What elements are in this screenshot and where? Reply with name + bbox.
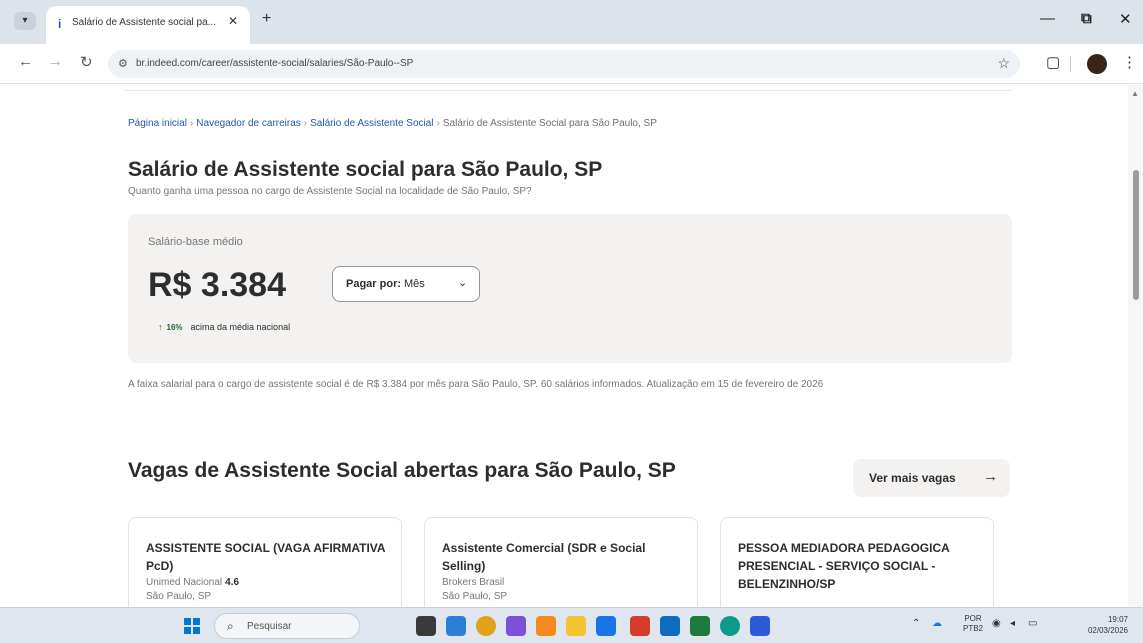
profile-avatar[interactable] [1087,54,1107,74]
more-jobs-label: Ver mais vagas [869,471,956,485]
app-icon[interactable] [536,616,556,636]
arrow-right-icon: → [983,468,998,485]
job-company: Unimed Nacional 4.6 [146,577,239,588]
excel-icon[interactable] [690,616,710,636]
company-name: Brokers Brasil [442,577,505,588]
tray-overflow-icon[interactable]: ⌃ [912,618,920,629]
pay-period-value: Mês [404,278,425,290]
job-card[interactable]: Assistente Comercial (SDR e Social Selli… [424,517,698,607]
job-location: São Paulo, SP [146,591,212,602]
pay-period-label: Pagar por: [346,278,402,290]
national-comparison: ↑ 16% acima da média nacional [158,322,290,332]
job-card[interactable]: PESSOA MEDIADORA PEDAGOGICA PRESENCIAL -… [720,517,994,607]
breadcrumb-home-link[interactable]: Página inicial [128,118,187,129]
comparison-percent: 16% [166,323,183,332]
taskbar-search-placeholder: Pesquisar [247,621,292,632]
browser-tab[interactable]: i Salário de Assistente social pa... ✕ [46,6,250,44]
breadcrumb-separator: › [303,118,308,129]
onedrive-icon[interactable]: ☁ [932,618,942,629]
close-window-icon[interactable]: ✕ [1119,10,1132,28]
scrollbar-thumb[interactable] [1133,170,1139,300]
language-code: POR [964,614,982,623]
job-title[interactable]: ASSISTENTE SOCIAL (VAGA AFIRMATIVA PcD) [146,539,396,575]
taskbar-search[interactable]: ⌕ Pesquisar [214,613,360,639]
job-location: São Paulo, SP [442,591,508,602]
app-icon[interactable] [596,616,616,636]
salary-label: Salário-base médio [148,236,243,248]
url-text[interactable]: br.indeed.com/career/assistente-social/s… [136,58,413,69]
salary-value: R$ 3.384 [148,266,286,304]
file-explorer-icon[interactable] [566,616,586,636]
tab-search-button[interactable]: ▾ [14,12,36,30]
breadcrumb-salary-link[interactable]: Salário de Assistente Social [310,118,433,129]
widgets-icon[interactable] [446,616,466,636]
breadcrumb-current: Salário de Assistente Social para São Pa… [442,118,657,129]
clock-time: 19:07 [1107,615,1128,624]
company-rating: 4.6 [225,577,240,588]
reload-icon[interactable]: ↻ [80,53,93,71]
breadcrumb-separator: › [189,118,194,129]
breadcrumb-career-navigator-link[interactable]: Navegador de carreiras [196,118,301,129]
clock-date: 02/03/2026 [1087,626,1128,635]
browser-tab-bar: ▾ i Salário de Assistente social pa... ✕… [0,0,1143,44]
windows-start-icon[interactable] [184,618,200,634]
battery-icon[interactable]: ▭ [1028,618,1037,629]
salary-card: Salário-base médio R$ 3.384 Pagar por: M… [128,214,1012,363]
back-icon[interactable]: ← [18,53,33,70]
web-page: Página inicial › Navegador de carreiras › Sa… [0,85,1128,607]
site-info-icon[interactable]: ⚙ [118,57,128,70]
search-icon: ⌕ [227,619,234,633]
tab-title: Salário de Assistente social pa... [72,17,216,28]
word-icon[interactable] [750,616,770,636]
tab-close-icon[interactable]: ✕ [228,14,238,28]
pay-period-select[interactable]: Pagar por: Mês ⌄ [332,266,480,302]
volume-icon[interactable]: ◂ [1010,618,1015,629]
job-title[interactable]: Assistente Comercial (SDR e Social Selli… [442,539,692,575]
jobs-section-title: Vagas de Assistente Social abertas para … [128,459,676,482]
breadcrumb-separator: › [436,118,440,129]
header-divider [123,90,1013,91]
company-name: Unimed Nacional [146,577,223,588]
breadcrumb: Página inicial › Navegador de carreiras › Sa… [128,118,657,129]
page-scrollbar[interactable]: ▲ [1128,85,1143,607]
job-company: Brokers Brasil [442,577,504,588]
scroll-up-icon[interactable]: ▲ [1131,89,1139,98]
salary-description: A faixa salarial para o cargo de assiste… [128,379,824,390]
page-title: Salário de Assistente social para São Pa… [128,158,603,181]
job-title[interactable]: PESSOA MEDIADORA PEDAGOGICA PRESENCIAL -… [738,539,988,593]
indeed-favicon-icon: i [58,17,62,31]
acrobat-icon[interactable] [630,616,650,636]
bookmark-star-icon[interactable]: ☆ [997,55,1010,72]
wifi-icon[interactable]: ◉ [992,618,1001,629]
teams-icon[interactable] [506,616,526,636]
task-view-icon[interactable] [416,616,436,636]
restore-icon[interactable]: ⧉ [1081,10,1092,27]
extensions-icon[interactable]: ▢ [1046,53,1060,71]
chrome-icon[interactable] [476,616,496,636]
comparison-text: acima da média nacional [190,322,291,332]
job-card[interactable]: ASSISTENTE SOCIAL (VAGA AFIRMATIVA PcD) … [128,517,402,607]
toolbar-divider [1070,56,1071,72]
system-clock[interactable]: 19:07 02/03/2026 [1072,614,1128,636]
browser-toolbar: ← → ↻ ⚙ br.indeed.com/career/assistente-… [0,44,1143,84]
minimize-icon[interactable]: — [1040,10,1055,27]
more-jobs-button[interactable]: Ver mais vagas → [853,459,1010,497]
forward-icon[interactable]: → [48,53,63,70]
address-bar[interactable]: ⚙ br.indeed.com/career/assistente-social… [108,50,1020,78]
new-tab-icon[interactable]: + [262,10,271,28]
arrow-up-icon: ↑ [158,322,163,332]
windows-taskbar: ⌕ Pesquisar ⌃ ☁ POR PTB2 ◉ ◂ ▭ 19:07 02/… [0,607,1143,643]
input-language[interactable]: POR PTB2 [963,614,983,634]
edge-icon[interactable] [720,616,740,636]
outlook-icon[interactable] [660,616,680,636]
browser-menu-icon[interactable]: ⋮ [1122,53,1137,71]
chevron-down-icon: ⌄ [458,277,468,289]
keyboard-layout: PTB2 [963,624,984,633]
page-subtitle: Quanto ganha uma pessoa no cargo de Assi… [128,186,532,197]
